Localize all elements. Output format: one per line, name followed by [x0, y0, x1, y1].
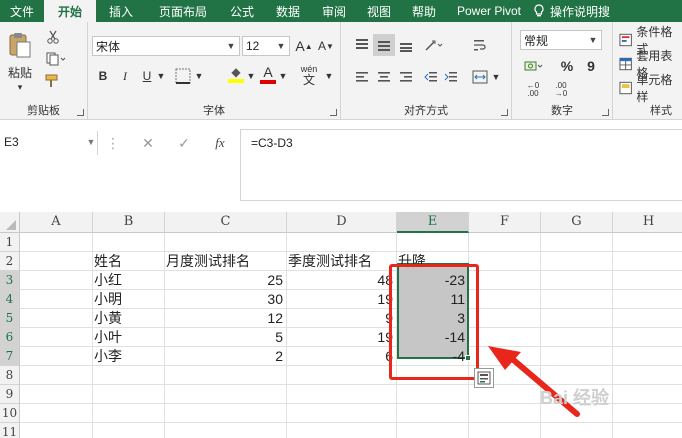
watermark: Bai 经验	[540, 388, 610, 408]
annotation-arrow-icon	[488, 346, 580, 417]
